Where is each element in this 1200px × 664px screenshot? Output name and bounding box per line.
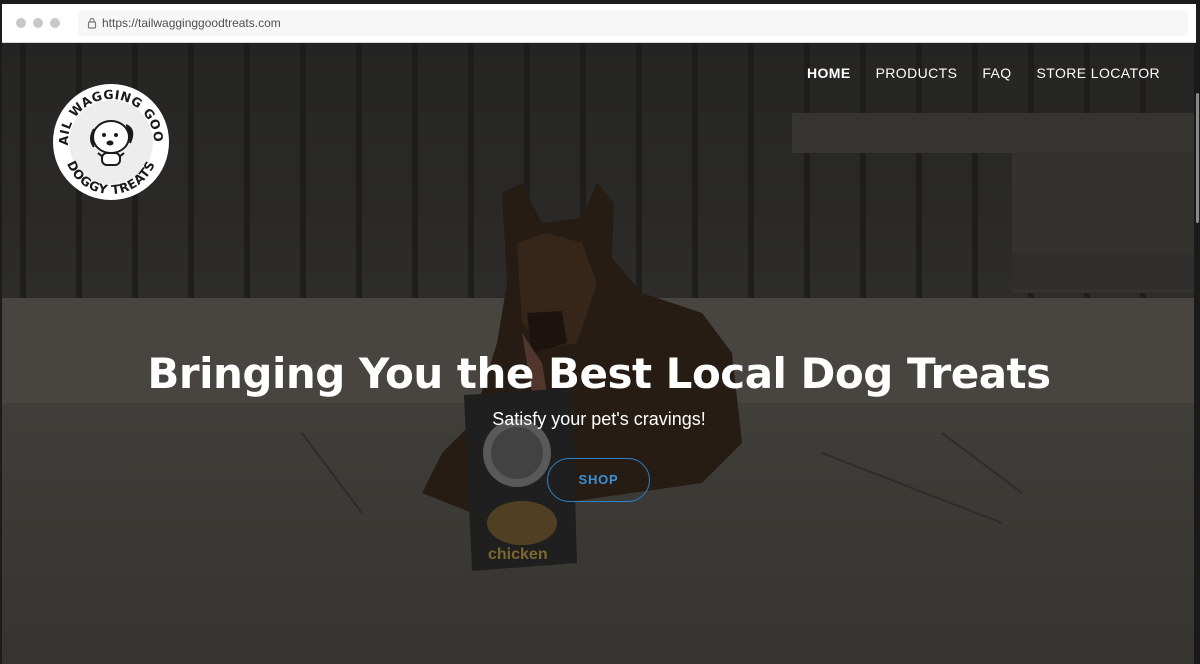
window-minimize-dot[interactable] [33,18,43,28]
nav-item-products[interactable]: PRODUCTS [876,65,958,81]
url-text: https://tailwagginggoodtreats.com [102,16,281,30]
nav-item-home[interactable]: HOME [807,65,851,81]
page-scrollbar[interactable] [1194,43,1200,664]
hero-section: TAIL WAGGING GOOD DOGGY TREATS HOME PROD… [2,43,1196,664]
window-maximize-dot[interactable] [50,18,60,28]
browser-window: https://tailwagginggoodtreats.com AIL WA… [0,0,1200,664]
nav-item-store-locator[interactable]: STORE LOCATOR [1037,65,1160,81]
main-navigation: HOME PRODUCTS FAQ STORE LOCATOR [782,65,1160,81]
nav-item-faq[interactable]: FAQ [982,65,1011,81]
hero-headline: Bringing You the Best Local Dog Treats [147,349,1051,398]
browser-toolbar: https://tailwagginggoodtreats.com [2,4,1196,43]
window-close-dot[interactable] [16,18,26,28]
scrollbar-thumb[interactable] [1196,93,1199,223]
lock-icon [87,17,97,29]
bag-label-text: chicken [488,546,548,563]
shop-button[interactable]: SHOP [547,458,650,502]
address-bar[interactable]: https://tailwagginggoodtreats.com [78,10,1188,36]
brand-logo[interactable]: TAIL WAGGING GOOD DOGGY TREATS [50,81,172,203]
hero-subheadline: Satisfy your pet's cravings! [492,409,706,429]
